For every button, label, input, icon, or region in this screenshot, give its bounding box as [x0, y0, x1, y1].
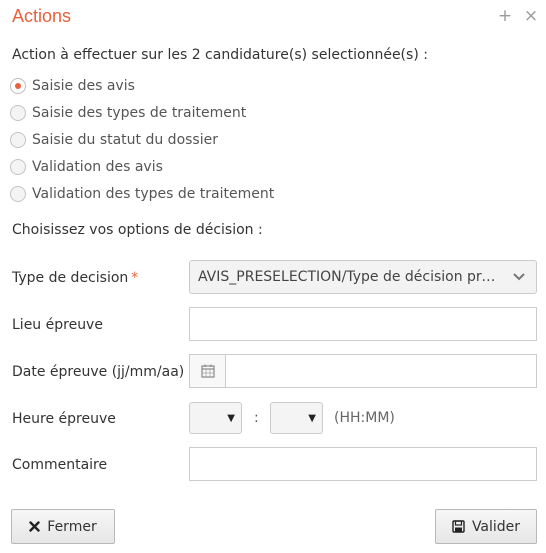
radio-button[interactable]	[10, 132, 26, 148]
radio-label: Saisie des types de traitement	[32, 105, 247, 121]
time-format-hint: (HH:MM)	[334, 410, 395, 426]
x-icon	[29, 521, 40, 532]
radio-label: Saisie du statut du dossier	[32, 132, 218, 148]
commentaire-label: Commentaire	[12, 457, 108, 473]
caret-down-icon: ▼	[227, 412, 235, 424]
radio-label: Validation des avis	[32, 159, 163, 175]
radio-button[interactable]	[10, 78, 26, 94]
decision-section-label: Choisissez vos options de décision :	[12, 222, 263, 238]
calendar-icon[interactable]	[190, 355, 226, 387]
radio-label: Validation des types de traitement	[32, 186, 275, 202]
action-prompt: Action à effectuer sur les 2 candidature…	[12, 47, 428, 63]
lieu-epreuve-input[interactable]	[189, 307, 537, 341]
date-epreuve-label: Date épreuve (jj/mm/aa)	[12, 364, 185, 380]
lieu-epreuve-label: Lieu épreuve	[12, 317, 103, 333]
radio-saisie-statut-dossier[interactable]: Saisie du statut du dossier	[10, 130, 218, 150]
chevron-down-icon	[502, 261, 536, 293]
dialog-title: Actions	[12, 6, 72, 26]
caret-down-icon: ▼	[308, 412, 316, 424]
radio-validation-types-traitement[interactable]: Validation des types de traitement	[10, 184, 274, 204]
radio-button[interactable]	[10, 105, 26, 121]
valider-button-label: Valider	[471, 518, 521, 535]
maximize-button[interactable]: +	[496, 6, 514, 26]
type-decision-select[interactable]: AVIS_PRESELECTION/Type de décision prése…	[189, 260, 537, 294]
radio-saisie-avis[interactable]: Saisie des avis	[10, 76, 135, 96]
commentaire-input[interactable]	[189, 447, 537, 481]
close-icon[interactable]: ×	[522, 6, 540, 26]
radio-label: Saisie des avis	[32, 78, 135, 94]
type-decision-label-text: Type de decision	[12, 270, 129, 286]
date-epreuve-field[interactable]	[189, 354, 537, 388]
time-separator: :	[254, 410, 259, 426]
valider-button[interactable]: Valider	[435, 509, 537, 544]
radio-validation-avis[interactable]: Validation des avis	[10, 157, 163, 177]
type-decision-value: AVIS_PRESELECTION/Type de décision prése…	[198, 269, 502, 285]
required-marker: *	[131, 270, 139, 286]
minute-select[interactable]: ▼	[270, 402, 323, 434]
fermer-button[interactable]: Fermer	[11, 509, 115, 544]
date-epreuve-input[interactable]	[226, 355, 536, 387]
heure-epreuve-label: Heure épreuve	[12, 411, 116, 427]
radio-button[interactable]	[10, 186, 26, 202]
type-decision-label: Type de decision *	[12, 270, 138, 286]
radio-saisie-types-traitement[interactable]: Saisie des types de traitement	[10, 103, 246, 123]
hour-select[interactable]: ▼	[189, 402, 242, 434]
fermer-button-label: Fermer	[47, 518, 97, 535]
save-icon	[452, 520, 465, 533]
radio-button[interactable]	[10, 159, 26, 175]
